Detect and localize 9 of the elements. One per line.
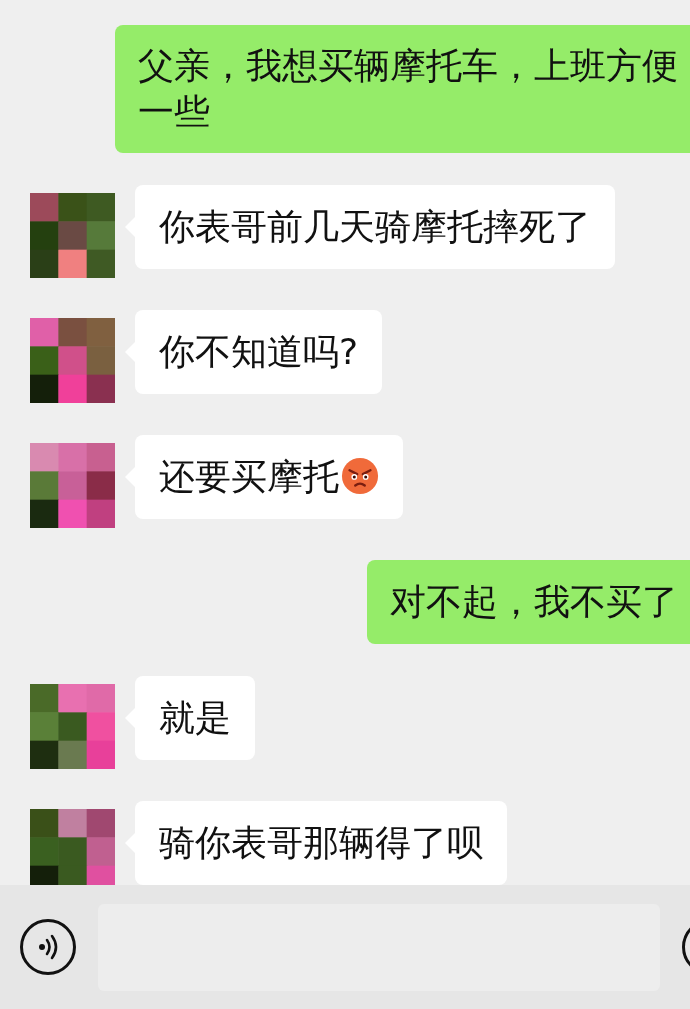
angry-face-icon [341,457,379,495]
message-bubble: 你表哥前几天骑摩托摔死了 [135,185,615,269]
message-bubble: 骑你表哥那辆得了呗 [135,801,507,885]
message-bubble: 对不起，我不买了 [367,560,690,644]
message-bubble: 还要买摩托 [135,435,403,519]
message-bubble: 你不知道吗? [135,310,383,394]
message-bubble: 父亲，我想买辆摩托车，上班方便一些 [115,25,690,153]
message-bubble: 就是 [135,676,255,760]
voice-button[interactable] [20,919,76,975]
